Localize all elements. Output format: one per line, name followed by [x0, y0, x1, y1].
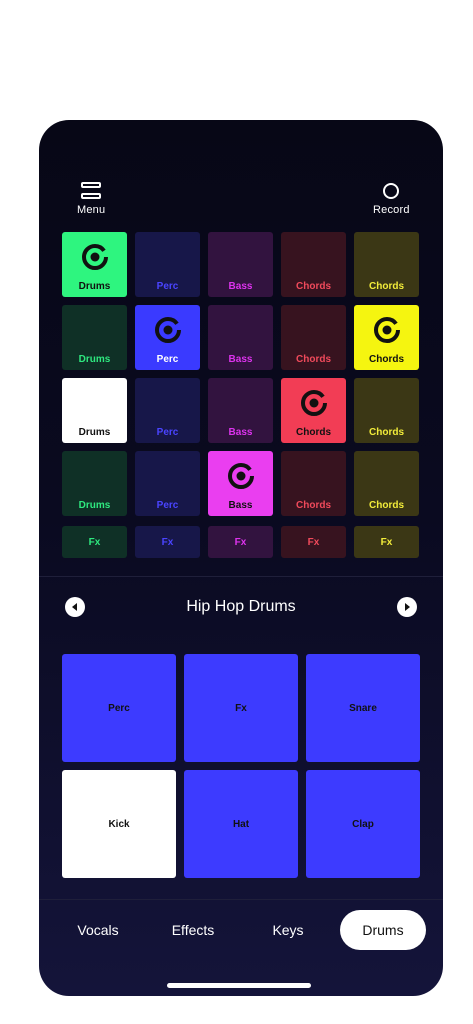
clip-cell[interactable]: Bass	[208, 305, 273, 370]
clip-label: Chords	[296, 281, 331, 292]
clip-label: Perc	[156, 427, 179, 438]
playing-indicator-icon	[227, 463, 254, 489]
fx-button[interactable]: Fx	[354, 526, 419, 558]
clip-label: Perc	[156, 281, 179, 292]
clip-label: Chords	[369, 427, 404, 438]
drum-pad-clap[interactable]: Clap	[306, 770, 420, 878]
clip-cell[interactable]: Bass	[208, 378, 273, 443]
instrument-tabs: Vocals Effects Keys Drums	[39, 910, 443, 950]
clip-label: Perc	[156, 500, 179, 511]
drum-pads: Perc Fx Snare Kick Hat Clap	[62, 654, 420, 878]
clip-label: Chords	[296, 354, 331, 365]
clip-label: Drums	[78, 427, 111, 438]
clip-label: Chords	[369, 281, 404, 292]
menu-label: Menu	[77, 204, 106, 216]
clip-label: Chords	[296, 427, 331, 438]
clip-cell[interactable]: Perc	[135, 451, 200, 516]
record-label: Record	[373, 204, 410, 216]
divider	[39, 576, 443, 577]
clip-cell[interactable]: Drums	[62, 305, 127, 370]
clip-cell[interactable]: Bass	[208, 232, 273, 297]
playing-indicator-icon	[154, 317, 181, 343]
clip-label: Drums	[78, 354, 111, 365]
clip-cell[interactable]: Drums	[62, 451, 127, 516]
menu-button[interactable]: Menu	[77, 182, 105, 216]
clip-label: Chords	[369, 500, 404, 511]
fx-button[interactable]: Fx	[208, 526, 273, 558]
tab-effects[interactable]: Effects	[157, 910, 229, 950]
divider	[39, 899, 443, 900]
playing-indicator-icon	[373, 317, 400, 343]
chevron-right-icon	[405, 603, 410, 611]
clip-label: Bass	[228, 427, 253, 438]
clip-label: Bass	[228, 500, 253, 511]
tab-drums[interactable]: Drums	[340, 910, 426, 950]
clip-label: Drums	[78, 500, 111, 511]
fx-button[interactable]: Fx	[62, 526, 127, 558]
clip-label: Chords	[369, 354, 404, 365]
clip-cell[interactable]: Perc	[135, 232, 200, 297]
clip-cell[interactable]: Chords	[354, 451, 419, 516]
next-kit-button[interactable]	[397, 597, 417, 617]
clip-cell[interactable]: Perc	[135, 305, 200, 370]
fx-button[interactable]: Fx	[135, 526, 200, 558]
record-button[interactable]: Record	[373, 182, 410, 216]
clip-cell[interactable]: Chords	[354, 378, 419, 443]
drum-pad-hat[interactable]: Hat	[184, 770, 298, 878]
clip-cell[interactable]: Drums	[62, 232, 127, 297]
drum-pad-kick[interactable]: Kick	[62, 770, 176, 878]
clip-cell[interactable]: Drums	[62, 378, 127, 443]
clip-cell[interactable]: Chords	[354, 305, 419, 370]
clip-label: Perc	[156, 354, 179, 365]
clip-cell[interactable]: Chords	[281, 378, 346, 443]
kit-title: Hip Hop Drums	[186, 598, 296, 615]
clip-cell[interactable]: Perc	[135, 378, 200, 443]
drum-pad-fx[interactable]: Fx	[184, 654, 298, 762]
home-indicator	[167, 983, 311, 988]
clip-label: Bass	[228, 354, 253, 365]
clip-cell[interactable]: Chords	[354, 232, 419, 297]
fx-row: Fx Fx Fx Fx Fx	[62, 526, 419, 558]
record-icon	[383, 183, 400, 199]
clip-cell[interactable]: Chords	[281, 232, 346, 297]
fx-button[interactable]: Fx	[281, 526, 346, 558]
menu-icon	[81, 182, 102, 199]
drum-pad-perc[interactable]: Perc	[62, 654, 176, 762]
clip-label: Bass	[228, 281, 253, 292]
clip-label: Drums	[78, 281, 111, 292]
drum-pad-snare[interactable]: Snare	[306, 654, 420, 762]
playing-indicator-icon	[300, 390, 327, 416]
clip-cell[interactable]: Bass	[208, 451, 273, 516]
tab-vocals[interactable]: Vocals	[63, 910, 133, 950]
phone-screen: Menu Record Drums Perc Bass Chords Chords Dru…	[39, 120, 443, 996]
clip-cell[interactable]: Chords	[281, 305, 346, 370]
tab-keys[interactable]: Keys	[257, 910, 319, 950]
clip-label: Chords	[296, 500, 331, 511]
launch-grid: Drums Perc Bass Chords Chords Drums Perc Bass Ch…	[62, 232, 420, 516]
clip-cell[interactable]: Chords	[281, 451, 346, 516]
playing-indicator-icon	[81, 244, 108, 270]
